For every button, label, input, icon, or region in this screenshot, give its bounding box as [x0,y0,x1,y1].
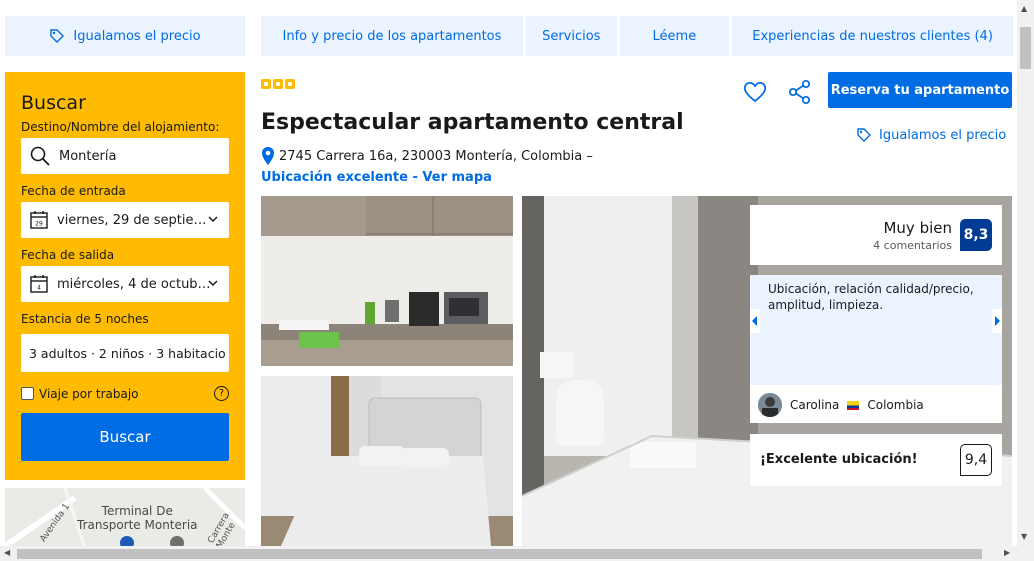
map-preview[interactable]: Terminal De Transporte Monteria Avenida … [5,488,245,548]
map-label-line: Transporte Monteria [77,518,198,532]
scroll-down-icon[interactable]: ▼ [1021,532,1027,541]
vertical-scroll-thumb[interactable] [1020,27,1031,69]
kitchen-photo[interactable] [261,196,513,366]
share-icon[interactable] [787,79,813,105]
horizontal-scroll-thumb[interactable] [17,549,982,559]
reserve-button[interactable]: Reserva tu apartamento [828,72,1012,108]
tab-label: Léeme [652,28,697,44]
chevron-right-icon [995,316,1000,326]
section-nav: Info y precio de los apartamentos Servic… [261,16,1013,56]
map-pin-icon [262,147,274,165]
calendar-icon: 29 [30,211,48,229]
tab-info-prices[interactable]: Info y precio de los apartamentos [261,16,523,56]
kitchen-photo-art [261,196,513,366]
tab-readme[interactable]: Léeme [619,16,730,56]
bedroom-photo[interactable] [261,376,513,546]
scroll-left-icon[interactable]: ◀ [4,548,10,557]
search-button[interactable]: Buscar [21,413,229,461]
work-trip-label: Viaje por trabajo [39,386,139,401]
heart-icon[interactable] [742,80,768,104]
reviewer-country: Colombia [867,398,924,412]
guest-review-card: Ubicación, relación calidad/precio, ampl… [750,275,1002,423]
carousel-next-button[interactable] [992,309,1002,333]
guests-value: 3 adultos · 2 niños · 3 habitacio [29,345,226,361]
colombia-flag-icon [847,400,860,410]
category-score: 9,4 [960,444,992,476]
tab-label: Info y precio de los apartamentos [282,28,502,44]
price-match-link[interactable]: Igualamos el precio [856,127,1006,143]
horizontal-scrollbar[interactable]: ◀ ▶ [0,546,1034,561]
review-quote: Ubicación, relación calidad/precio, ampl… [750,275,1002,385]
help-icon[interactable]: ? [214,386,229,401]
tab-reviews[interactable]: Experiencias de nuestros clientes (4) [732,16,1013,56]
chevron-left-icon [752,316,757,326]
stay-length-label: Estancia de 5 noches [21,312,149,326]
checkout-date-field[interactable]: 4 miércoles, 4 de octub… [21,266,229,302]
star-icon [285,79,295,89]
star-icon [261,79,271,89]
star-rating [261,79,295,89]
tag-icon [50,29,65,43]
chevron-down-icon [208,280,218,287]
tab-services[interactable]: Servicios [525,16,617,56]
checkin-label: Fecha de entrada [21,184,126,198]
destination-label: Destino/Nombre del alojamiento: [21,120,220,134]
price-match-label: Igualamos el precio [73,28,201,44]
price-match-label: Igualamos el precio [879,127,1007,143]
scroll-up-icon[interactable]: ▲ [1021,4,1027,13]
star-icon [273,79,283,89]
map-place-label: Terminal De Transporte Monteria [77,504,198,532]
review-score-card[interactable]: Muy bien 4 comentarios 8,3 [750,205,1002,265]
search-icon [30,146,50,166]
review-count: 4 comentarios [873,239,952,252]
work-trip-row: Viaje por trabajo ? [21,386,229,401]
checkin-value: viernes, 29 de septie… [57,212,207,228]
reviewer-name: Carolina [790,398,840,412]
map-label-line: Terminal De [101,504,173,518]
tab-label: Servicios [542,28,601,44]
search-panel: Buscar Destino/Nombre del alojamiento: M… [5,72,245,480]
search-title: Buscar [21,92,86,114]
score-label: Muy bien [883,219,952,237]
vertical-scrollbar[interactable]: ▲ ▼ [1017,0,1034,546]
avatar [758,393,782,417]
checkout-value: miércoles, 4 de octub… [57,276,211,292]
reviewer-info: Carolina Colombia [758,393,924,417]
address-text: 2745 Carrera 16a, 230003 Montería, Colom… [279,148,593,164]
scroll-right-icon[interactable]: ▶ [1004,548,1010,557]
bedroom-photo-art [261,376,513,546]
chevron-down-icon [208,216,218,223]
svg-text:29: 29 [35,221,43,228]
svg-text:4: 4 [37,285,41,292]
carousel-prev-button[interactable] [750,309,760,333]
checkin-date-field[interactable]: 29 viernes, 29 de septie… [21,202,229,238]
guests-select[interactable]: 3 adultos · 2 niños · 3 habitacio [21,334,229,372]
category-score-card: ¡Excelente ubicación! 9,4 [750,434,1002,486]
location-map-link[interactable]: Ubicación excelente - Ver mapa [261,170,492,185]
tab-label: Experiencias de nuestros clientes (4) [752,28,993,44]
property-address: 2745 Carrera 16a, 230003 Montería, Colom… [261,146,593,166]
calendar-icon: 4 [30,275,48,293]
destination-input[interactable]: Montería [21,138,229,174]
price-match-tab[interactable]: Igualamos el precio [5,16,245,56]
property-title: Espectacular apartamento central [261,110,684,135]
checkout-label: Fecha de salida [21,248,115,262]
tag-icon [857,128,871,142]
destination-value: Montería [59,148,117,164]
score-badge: 8,3 [960,219,992,251]
work-trip-checkbox[interactable] [21,387,34,400]
category-label: ¡Excelente ubicación! [760,452,918,467]
